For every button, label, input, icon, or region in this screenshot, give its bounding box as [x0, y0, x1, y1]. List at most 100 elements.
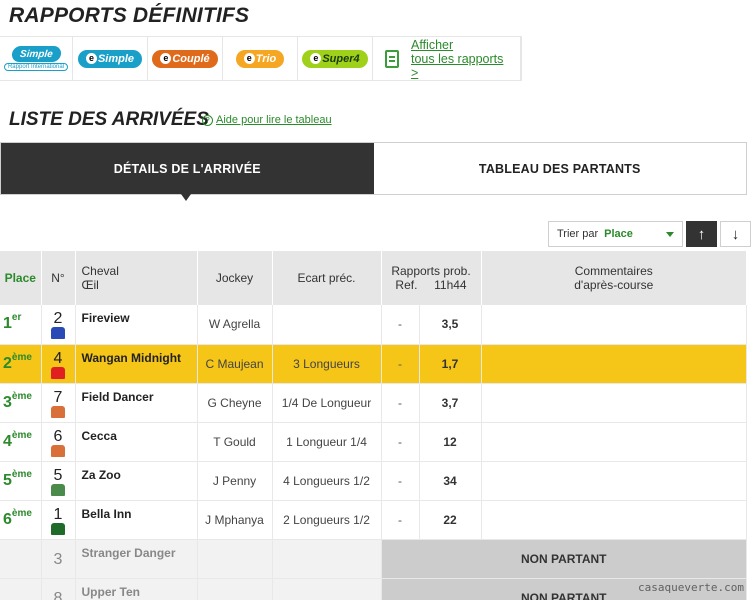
- arrivals-table: Place N° Cheval Œil Jockey Ecart préc. Ra…: [0, 251, 748, 600]
- table-row[interactable]: 4ème 6 Cecca T Gould 1 Longueur 1/4-12: [0, 422, 748, 462]
- odds-cell: 1,7: [419, 344, 482, 384]
- odds-cell: 3,5: [419, 305, 482, 345]
- bet-e-couple[interactable]: e Couplé: [148, 37, 223, 80]
- sort-controls: Trier par Place ↑ ↓: [548, 221, 751, 247]
- arrow-up-icon: ↑: [697, 225, 706, 243]
- number-cell: 1: [41, 500, 76, 540]
- sort-select[interactable]: Trier par Place: [548, 221, 683, 247]
- header-horse: Cheval Œil: [75, 251, 198, 305]
- place-cell: 1er: [0, 305, 42, 345]
- header-ecart: Ecart préc.: [272, 251, 382, 305]
- jockey-name: C Maujean: [197, 344, 273, 384]
- tab-arrival-details[interactable]: DÉTAILS DE L'ARRIVÉE: [1, 143, 374, 201]
- odds-cell: 34: [419, 461, 482, 501]
- gap-cell: [272, 305, 382, 345]
- help-link[interactable]: ? Aide pour lire le tableau: [202, 114, 332, 126]
- bet-e-trio[interactable]: e Trio: [223, 37, 298, 80]
- header-place[interactable]: Place: [0, 251, 42, 305]
- e-simple-logo: e Simple: [77, 49, 143, 68]
- jockey-silk-icon: [51, 405, 65, 418]
- number-cell: 5: [41, 461, 76, 501]
- number-cell: 6: [41, 422, 76, 462]
- place-cell: 4ème: [0, 422, 42, 462]
- horse-name[interactable]: Stranger Danger: [75, 539, 198, 579]
- jockey-name: J Mphanya: [197, 500, 273, 540]
- table-row[interactable]: 5ème 5 Za Zoo J Penny 4 Longueurs 1/2-34: [0, 461, 748, 501]
- e-trio-logo: e Trio: [235, 49, 285, 68]
- odds-cell: 22: [419, 500, 482, 540]
- place-cell: 3ème: [0, 383, 42, 423]
- ref-odds-cell: -: [381, 305, 420, 345]
- horse-name[interactable]: Za Zoo: [75, 461, 198, 501]
- ref-odds-cell: -: [381, 461, 420, 501]
- sort-descending-button[interactable]: ↓: [720, 221, 751, 247]
- header-num: N°: [41, 251, 76, 305]
- clipboard-icon: [385, 49, 399, 68]
- bet-e-super4[interactable]: e Super4: [298, 37, 373, 80]
- table-row[interactable]: 3ème 7 Field Dancer G Cheyne 1/4 De Longueur…: [0, 383, 748, 423]
- help-icon: ?: [202, 114, 213, 126]
- horse-name[interactable]: Fireview: [75, 305, 198, 345]
- horse-name[interactable]: Upper Ten: [75, 578, 198, 600]
- odds-cell: 12: [419, 422, 482, 462]
- tab-bar: DÉTAILS DE L'ARRIVÉE TABLEAU DES PARTANT…: [0, 142, 747, 201]
- jockey-silk-icon: [51, 366, 65, 379]
- number-cell: 2: [41, 305, 76, 345]
- comments-cell: [481, 383, 748, 423]
- list-title: LISTE DES ARRIVÉES: [9, 109, 209, 130]
- chevron-down-icon: [666, 231, 674, 237]
- table-row-non-runner[interactable]: 8 Upper Ten NON PARTANT: [0, 578, 747, 600]
- comments-cell: [481, 422, 748, 462]
- odds-cell: 3,7: [419, 383, 482, 423]
- gap-cell: 1 Longueur 1/4: [272, 422, 382, 462]
- header-comments: Commentaires d'après-course: [481, 251, 748, 305]
- table-header: Place N° Cheval Œil Jockey Ecart préc. Ra…: [0, 251, 748, 305]
- simple-international-logo: Simple: [10, 46, 62, 62]
- jockey-name: W Agrella: [197, 305, 273, 345]
- tab-starters-table[interactable]: TABLEAU DES PARTANTS: [373, 143, 746, 194]
- number-cell: 4: [41, 344, 76, 384]
- jockey-name: J Penny: [197, 461, 273, 501]
- comments-cell: [481, 344, 748, 384]
- bet-e-simple[interactable]: e Simple: [73, 37, 148, 80]
- bet-simple-international[interactable]: Simple Rapport International: [0, 37, 73, 80]
- watermark: casaqueverte.com: [638, 581, 744, 594]
- horse-name[interactable]: Field Dancer: [75, 383, 198, 423]
- header-jockey: Jockey: [197, 251, 273, 305]
- horse-name[interactable]: Wangan Midnight: [75, 344, 198, 384]
- comments-cell: [481, 461, 748, 501]
- all-reports-link[interactable]: Afficher tous les rapports >: [373, 37, 521, 80]
- gap-cell: 2 Longueurs 1/2: [272, 500, 382, 540]
- jockey-name: T Gould: [197, 422, 273, 462]
- jockey-silk-icon: [51, 444, 65, 457]
- jockey-name: G Cheyne: [197, 383, 273, 423]
- ref-odds-cell: -: [381, 383, 420, 423]
- ref-odds-cell: -: [381, 344, 420, 384]
- non-runner-status: NON PARTANT: [381, 539, 747, 579]
- place-cell: 2ème: [0, 344, 42, 384]
- arrow-down-icon: ↓: [731, 225, 740, 243]
- place-cell: 5ème: [0, 461, 42, 501]
- gap-cell: 3 Longueurs: [272, 344, 382, 384]
- ref-odds-cell: -: [381, 500, 420, 540]
- horse-name[interactable]: Bella Inn: [75, 500, 198, 540]
- payout-bar: Simple Rapport International e Simple e Co…: [0, 36, 522, 81]
- table-row-non-runner[interactable]: 3 Stranger Danger NON PARTANT: [0, 539, 747, 579]
- e-couple-logo: e Couplé: [152, 49, 218, 68]
- place-cell: 6ème: [0, 500, 42, 540]
- table-row[interactable]: 1er 2 Fireview W Agrella -3,5: [0, 305, 748, 345]
- e-super4-logo: e Super4: [302, 49, 368, 68]
- comments-cell: [481, 305, 748, 345]
- sort-ascending-button[interactable]: ↑: [686, 221, 717, 247]
- comments-cell: [481, 500, 748, 540]
- number-cell: 8: [41, 578, 76, 600]
- ref-odds-cell: -: [381, 422, 420, 462]
- jockey-silk-icon: [51, 522, 65, 535]
- table-row[interactable]: 6ème 1 Bella Inn J Mphanya 2 Longueurs 1/2-2…: [0, 500, 748, 540]
- horse-name[interactable]: Cecca: [75, 422, 198, 462]
- gap-cell: 4 Longueurs 1/2: [272, 461, 382, 501]
- jockey-silk-icon: [51, 327, 65, 340]
- table-row[interactable]: 2ème 4 Wangan Midnight C Maujean 3 Longueurs…: [0, 344, 748, 384]
- gap-cell: 1/4 De Longueur: [272, 383, 382, 423]
- number-cell: 7: [41, 383, 76, 423]
